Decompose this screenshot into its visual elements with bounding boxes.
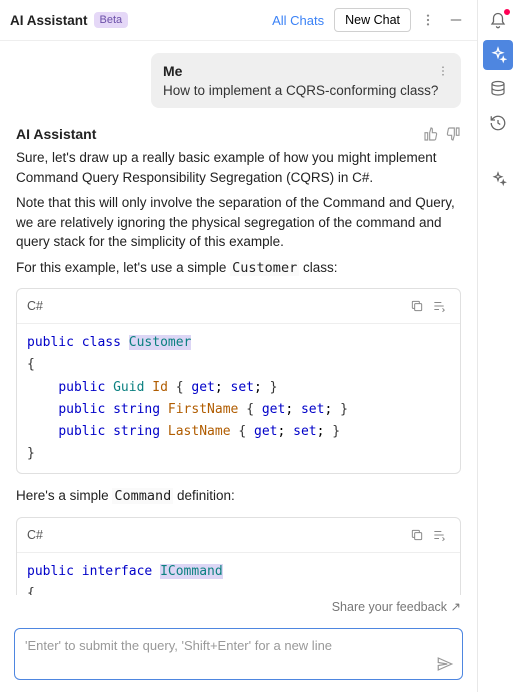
history-icon[interactable] xyxy=(483,108,513,138)
thumbs-down-icon[interactable] xyxy=(445,126,461,142)
code-block-1: C# public class Customer { public Guid I… xyxy=(16,288,461,474)
copy-icon[interactable] xyxy=(406,524,428,546)
ai-para-1: Sure, let's draw up a really basic examp… xyxy=(16,148,461,187)
message-more-icon[interactable] xyxy=(437,65,449,77)
copy-icon[interactable] xyxy=(406,295,428,317)
insert-icon[interactable] xyxy=(428,295,450,317)
right-sidebar xyxy=(478,0,518,692)
ai-para-2: Note that this will only involve the sep… xyxy=(16,193,461,252)
user-text: How to implement a CQRS-conforming class… xyxy=(163,83,449,98)
chat-input[interactable]: 'Enter' to submit the query, 'Shift+Ente… xyxy=(14,628,463,680)
app-title: AI Assistant xyxy=(10,13,88,28)
more-icon[interactable] xyxy=(417,9,439,31)
notifications-icon[interactable] xyxy=(483,6,513,36)
beta-badge: Beta xyxy=(94,12,129,28)
main-panel: AI Assistant Beta All Chats New Chat Me … xyxy=(0,0,478,692)
ai-message: AI Assistant Sure, let's draw up a reall… xyxy=(16,126,461,595)
code-block-2: C# public interface ICommand { xyxy=(16,517,461,596)
feedback-link[interactable]: Share your feedback ↗ xyxy=(0,595,477,620)
header: AI Assistant Beta All Chats New Chat xyxy=(0,0,477,41)
input-placeholder: 'Enter' to submit the query, 'Shift+Ente… xyxy=(25,638,332,653)
thumbs-up-icon[interactable] xyxy=(423,126,439,142)
send-icon[interactable] xyxy=(436,655,454,673)
chat-body: Me How to implement a CQRS-conforming cl… xyxy=(0,41,477,595)
sparkle-icon[interactable] xyxy=(483,164,513,194)
user-name: Me xyxy=(163,63,182,79)
code-body-1: public class Customer { public Guid Id {… xyxy=(17,324,460,473)
input-area: 'Enter' to submit the query, 'Shift+Ente… xyxy=(0,620,477,692)
notification-dot xyxy=(504,9,510,15)
ai-assistant-icon[interactable] xyxy=(483,40,513,70)
ai-name: AI Assistant xyxy=(16,126,96,142)
insert-icon[interactable] xyxy=(428,524,450,546)
code-lang: C# xyxy=(27,528,43,542)
database-icon[interactable] xyxy=(483,74,513,104)
user-message: Me How to implement a CQRS-conforming cl… xyxy=(151,53,461,108)
minimize-icon[interactable] xyxy=(445,9,467,31)
code-body-2: public interface ICommand { xyxy=(17,553,460,596)
code-lang: C# xyxy=(27,299,43,313)
ai-para-4: Here's a simple Command definition: xyxy=(16,486,461,507)
ai-para-3: For this example, let's use a simple Cus… xyxy=(16,258,461,279)
all-chats-link[interactable]: All Chats xyxy=(272,13,324,28)
new-chat-button[interactable]: New Chat xyxy=(334,8,411,32)
